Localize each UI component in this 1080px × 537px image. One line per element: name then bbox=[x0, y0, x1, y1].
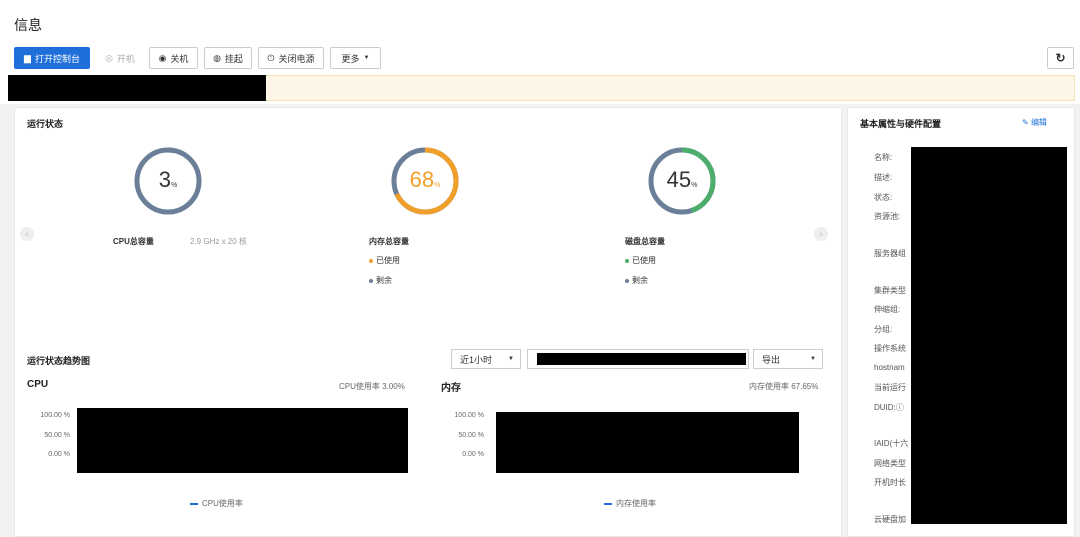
memory-used-legend: 已使用 bbox=[369, 255, 400, 266]
memory-used-dot bbox=[369, 258, 373, 263]
disk-remain-legend: 剩余 bbox=[625, 275, 648, 286]
prop-label: 操作系统 bbox=[874, 344, 906, 353]
export-label: 导出 bbox=[762, 354, 781, 365]
disk-used-text: 已使用 bbox=[632, 256, 656, 265]
redacted-properties bbox=[911, 147, 1067, 524]
disk-remain-text: 剩余 bbox=[632, 276, 648, 285]
memory-ytick-50: 50.00 % bbox=[458, 432, 484, 439]
memory-label: 内存总容量 bbox=[369, 237, 409, 246]
cpu-ytick-100: 100.00 % bbox=[40, 412, 70, 419]
memory-legend[interactable]: 内存使用率 bbox=[604, 498, 656, 509]
memory-used-text: 已使用 bbox=[376, 256, 400, 265]
pencil-icon: ✎ bbox=[1022, 118, 1029, 127]
time-range-value: 近1小时 bbox=[460, 354, 493, 365]
cpu-usage-text: CPU使用率 3.00% bbox=[339, 382, 405, 391]
cpu-value: 3 bbox=[158, 167, 171, 192]
disk-label: 磁盘总容量 bbox=[625, 237, 665, 246]
trend-title: 运行状态趋势图 bbox=[27, 356, 91, 366]
cpu-ytick-50: 50.00 % bbox=[44, 432, 70, 439]
prop-label: 开机时长 bbox=[874, 478, 906, 487]
redacted-cpu-chart bbox=[77, 408, 408, 473]
cpu-legend-text: CPU使用率 bbox=[202, 499, 243, 508]
caret-down-icon: ▼ bbox=[508, 356, 514, 362]
prop-label: 状态: bbox=[874, 193, 893, 202]
disk-value: 45 bbox=[666, 167, 692, 192]
cpu-percent: 3% bbox=[138, 167, 198, 193]
memory-remain-dot bbox=[369, 278, 373, 283]
prop-label: 名称: bbox=[874, 153, 893, 162]
prop-label: 分组: bbox=[874, 325, 893, 334]
cpu-ytick-0: 0.00 % bbox=[48, 451, 70, 458]
time-range-select[interactable]: 近1小时 ▼ bbox=[451, 349, 521, 369]
cpu-label: CPU总容量 bbox=[113, 237, 154, 246]
prop-label: 资源池: bbox=[874, 212, 901, 221]
legend-line bbox=[190, 502, 198, 505]
prev-arrow-icon[interactable]: ‹ bbox=[20, 227, 34, 241]
prop-label: 描述: bbox=[874, 173, 893, 182]
edit-label: 编辑 bbox=[1030, 118, 1047, 127]
disk-used-legend: 已使用 bbox=[625, 255, 656, 266]
memory-ytick-0: 0.00 % bbox=[462, 451, 484, 458]
properties-title: 基本属性与硬件配置 bbox=[860, 119, 942, 129]
legend-line bbox=[604, 502, 612, 505]
memory-remain-legend: 剩余 bbox=[369, 275, 392, 286]
cpu-detail: 2.9 GHz x 20 核 bbox=[190, 237, 247, 246]
memory-ytick-100: 100.00 % bbox=[454, 412, 484, 419]
edit-link[interactable]: ✎ 编辑 bbox=[1022, 117, 1047, 128]
memory-unit: % bbox=[434, 182, 441, 189]
memory-chart-title: 内存 bbox=[441, 383, 461, 394]
cpu-chart-title: CPU bbox=[27, 379, 49, 390]
disk-percent: 45% bbox=[652, 167, 712, 193]
prop-label: 集群类型 bbox=[874, 286, 906, 295]
memory-usage-text: 内存使用率 67.65% bbox=[749, 382, 819, 391]
export-select[interactable]: 导出 ▼ bbox=[753, 349, 823, 369]
next-arrow-icon[interactable]: › bbox=[814, 227, 828, 241]
memory-percent: 68% bbox=[395, 167, 455, 193]
prop-label: 云硬盘加 bbox=[874, 515, 906, 524]
prop-label: 服务器组 bbox=[874, 249, 906, 258]
memory-value: 68 bbox=[409, 167, 435, 192]
prop-label: hostnam bbox=[874, 363, 905, 372]
prop-label: 当前运行 bbox=[874, 383, 906, 392]
redacted-memory-chart bbox=[496, 412, 799, 473]
memory-legend-text: 内存使用率 bbox=[616, 499, 656, 508]
disk-remain-dot bbox=[625, 278, 629, 283]
prop-label: 伸缩组: bbox=[874, 305, 901, 314]
prop-label: DUID:ⓘ bbox=[874, 403, 904, 412]
prop-label: 网络类型 bbox=[874, 459, 906, 468]
redacted-time-range bbox=[537, 353, 746, 365]
memory-remain-text: 剩余 bbox=[376, 276, 392, 285]
caret-down-icon: ▼ bbox=[810, 356, 816, 362]
disk-unit: % bbox=[691, 182, 698, 189]
disk-used-dot bbox=[625, 258, 629, 263]
prop-label: IAID(十六 bbox=[874, 439, 909, 448]
cpu-unit: % bbox=[171, 182, 178, 189]
cpu-legend[interactable]: CPU使用率 bbox=[190, 498, 243, 509]
